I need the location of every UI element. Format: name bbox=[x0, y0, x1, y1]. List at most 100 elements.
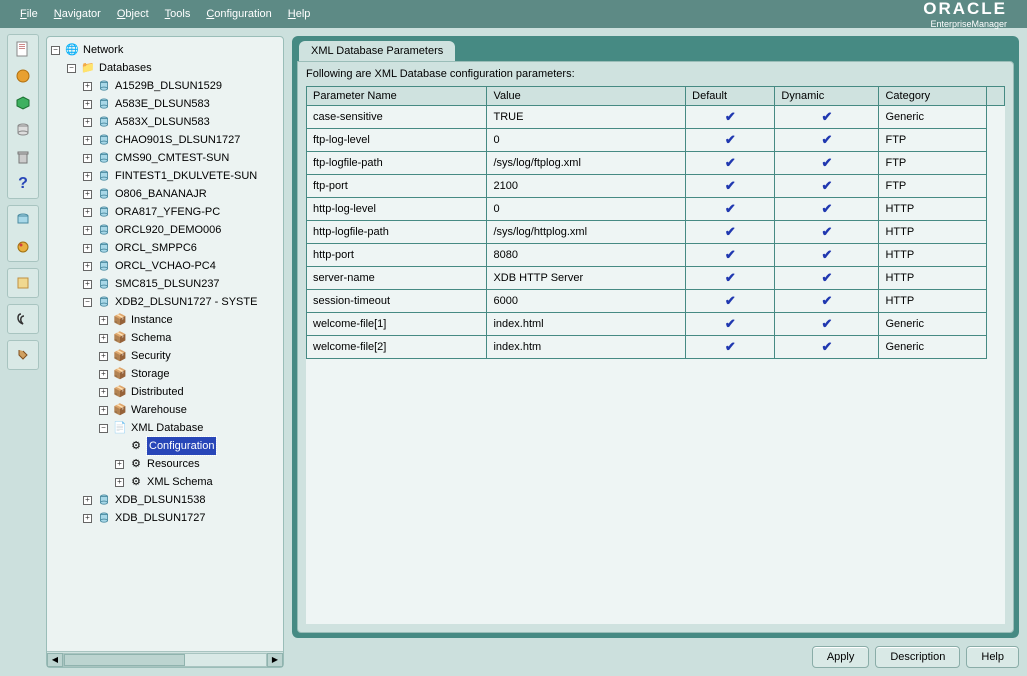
column-header[interactable]: Dynamic bbox=[775, 87, 879, 106]
tree-db-item[interactable]: ORCL920_DEMO006 bbox=[115, 221, 221, 239]
table-row[interactable]: ftp-logfile-path/sys/log/ftplog.xml✔✔FTP bbox=[307, 152, 1005, 175]
menu-configuration[interactable]: Configuration bbox=[206, 8, 271, 20]
expand-toggle[interactable]: + bbox=[83, 226, 92, 235]
report-icon[interactable] bbox=[11, 37, 35, 61]
db-icon[interactable] bbox=[11, 118, 35, 142]
tree-db-item[interactable]: A583X_DLSUN583 bbox=[115, 113, 210, 131]
tree-node[interactable]: Security bbox=[131, 347, 171, 365]
tree-db-item[interactable]: O806_BANANAJR bbox=[115, 185, 207, 203]
expand-toggle[interactable]: + bbox=[99, 370, 108, 379]
table-row[interactable]: welcome-file[1]index.html✔✔Generic bbox=[307, 313, 1005, 336]
tree-db-item[interactable]: XDB_DLSUN1727 bbox=[115, 509, 206, 527]
tree-db-item[interactable]: XDB_DLSUN1538 bbox=[115, 491, 206, 509]
table-row[interactable]: server-nameXDB HTTP Server✔✔HTTP bbox=[307, 267, 1005, 290]
menu-file[interactable]: File bbox=[20, 8, 38, 20]
table-row[interactable]: ftp-log-level0✔✔FTP bbox=[307, 129, 1005, 152]
tree-db-item[interactable]: XDB2_DLSUN1727 - SYSTE bbox=[115, 293, 257, 311]
expand-toggle[interactable]: − bbox=[67, 64, 76, 73]
cell-default: ✔ bbox=[686, 267, 775, 290]
tree-root[interactable]: Network bbox=[83, 41, 123, 59]
expand-toggle[interactable]: + bbox=[99, 316, 108, 325]
menu-help[interactable]: Help bbox=[288, 8, 311, 20]
expand-toggle[interactable]: − bbox=[51, 46, 60, 55]
expand-toggle[interactable]: + bbox=[83, 82, 92, 91]
expand-toggle[interactable]: + bbox=[83, 190, 92, 199]
cell-default: ✔ bbox=[686, 221, 775, 244]
tree-db-item[interactable]: ORA817_YFENG-PC bbox=[115, 203, 220, 221]
tree-node[interactable]: Storage bbox=[131, 365, 170, 383]
expand-toggle[interactable]: + bbox=[83, 154, 92, 163]
tab-xml-db-params[interactable]: XML Database Parameters bbox=[299, 41, 455, 61]
tree-xml-database[interactable]: XML Database bbox=[131, 419, 203, 437]
expand-toggle[interactable]: + bbox=[83, 172, 92, 181]
tree-node[interactable]: Schema bbox=[131, 329, 171, 347]
tree-node[interactable]: Warehouse bbox=[131, 401, 187, 419]
tree-db-item[interactable]: SMC815_DLSUN237 bbox=[115, 275, 220, 293]
cell-default: ✔ bbox=[686, 290, 775, 313]
tree-databases[interactable]: Databases bbox=[99, 59, 152, 77]
column-header[interactable]: Parameter Name bbox=[307, 87, 487, 106]
dbtool1-icon[interactable] bbox=[11, 208, 35, 232]
tree-node[interactable]: Resources bbox=[147, 455, 200, 473]
menu-object[interactable]: Object bbox=[117, 8, 149, 20]
cube-icon[interactable] bbox=[11, 91, 35, 115]
navigator-tree[interactable]: −🌐Network −📁Databases +A1529B_DLSUN1529+… bbox=[47, 37, 283, 651]
expand-toggle[interactable]: + bbox=[83, 262, 92, 271]
dbtool3-icon[interactable] bbox=[11, 271, 35, 295]
tree-node[interactable]: Distributed bbox=[131, 383, 184, 401]
expand-toggle[interactable]: + bbox=[83, 280, 92, 289]
tree-db-item[interactable]: A1529B_DLSUN1529 bbox=[115, 77, 222, 95]
expand-toggle[interactable]: + bbox=[83, 100, 92, 109]
expand-toggle[interactable]: + bbox=[115, 460, 124, 469]
column-header[interactable]: Value bbox=[487, 87, 686, 106]
expand-toggle[interactable]: + bbox=[83, 514, 92, 523]
table-row[interactable]: session-timeout6000✔✔HTTP bbox=[307, 290, 1005, 313]
help-icon[interactable]: ? bbox=[11, 172, 35, 196]
expand-toggle[interactable]: + bbox=[83, 136, 92, 145]
trash-icon[interactable] bbox=[11, 145, 35, 169]
scroll-right-icon[interactable]: ▶ bbox=[267, 653, 283, 667]
expand-toggle[interactable]: − bbox=[99, 424, 108, 433]
tree-db-item[interactable]: FINTEST1_DKULVETE-SUN bbox=[115, 167, 257, 185]
cell-dynamic: ✔ bbox=[775, 290, 879, 313]
expand-toggle[interactable]: + bbox=[99, 352, 108, 361]
column-header[interactable]: Default bbox=[686, 87, 775, 106]
menu-navigator[interactable]: Navigator bbox=[54, 8, 101, 20]
scroll-thumb[interactable] bbox=[64, 654, 185, 666]
table-row[interactable]: welcome-file[2]index.htm✔✔Generic bbox=[307, 336, 1005, 359]
tree-hscrollbar[interactable]: ◀ ▶ bbox=[47, 651, 283, 667]
table-row[interactable]: ftp-port2100✔✔FTP bbox=[307, 175, 1005, 198]
expand-toggle[interactable]: − bbox=[83, 298, 92, 307]
tree-db-item[interactable]: CHAO901S_DLSUN1727 bbox=[115, 131, 240, 149]
menu-tools[interactable]: Tools bbox=[165, 8, 191, 20]
apply-button[interactable]: Apply bbox=[812, 646, 870, 668]
description-button[interactable]: Description bbox=[875, 646, 960, 668]
tree-db-item[interactable]: CMS90_CMTEST-SUN bbox=[115, 149, 229, 167]
world-icon[interactable] bbox=[11, 64, 35, 88]
menubar: File Navigator Object Tools Configuratio… bbox=[0, 0, 1027, 28]
tree-db-item[interactable]: A583E_DLSUN583 bbox=[115, 95, 210, 113]
expand-toggle[interactable]: + bbox=[99, 406, 108, 415]
tree-db-item[interactable]: ORCL_SMPPC6 bbox=[115, 239, 197, 257]
scroll-left-icon[interactable]: ◀ bbox=[47, 653, 63, 667]
tree-db-item[interactable]: ORCL_VCHAO-PC4 bbox=[115, 257, 216, 275]
expand-toggle[interactable]: + bbox=[83, 496, 92, 505]
tree-node[interactable]: Configuration bbox=[147, 437, 216, 455]
expand-toggle[interactable]: + bbox=[83, 208, 92, 217]
table-row[interactable]: http-port8080✔✔HTTP bbox=[307, 244, 1005, 267]
config-icon[interactable] bbox=[11, 343, 35, 367]
diag-icon[interactable] bbox=[11, 307, 35, 331]
expand-toggle[interactable]: + bbox=[99, 334, 108, 343]
tree-node[interactable]: Instance bbox=[131, 311, 173, 329]
table-row[interactable]: case-sensitiveTRUE✔✔Generic bbox=[307, 106, 1005, 129]
column-header[interactable]: Category bbox=[879, 87, 987, 106]
dbtool2-icon[interactable] bbox=[11, 235, 35, 259]
expand-toggle[interactable]: + bbox=[83, 244, 92, 253]
table-row[interactable]: http-log-level0✔✔HTTP bbox=[307, 198, 1005, 221]
expand-toggle[interactable]: + bbox=[83, 118, 92, 127]
table-row[interactable]: http-logfile-path/sys/log/httplog.xml✔✔H… bbox=[307, 221, 1005, 244]
expand-toggle[interactable]: + bbox=[115, 478, 124, 487]
help-button[interactable]: Help bbox=[966, 646, 1019, 668]
tree-node[interactable]: XML Schema bbox=[147, 473, 213, 491]
expand-toggle[interactable]: + bbox=[99, 388, 108, 397]
